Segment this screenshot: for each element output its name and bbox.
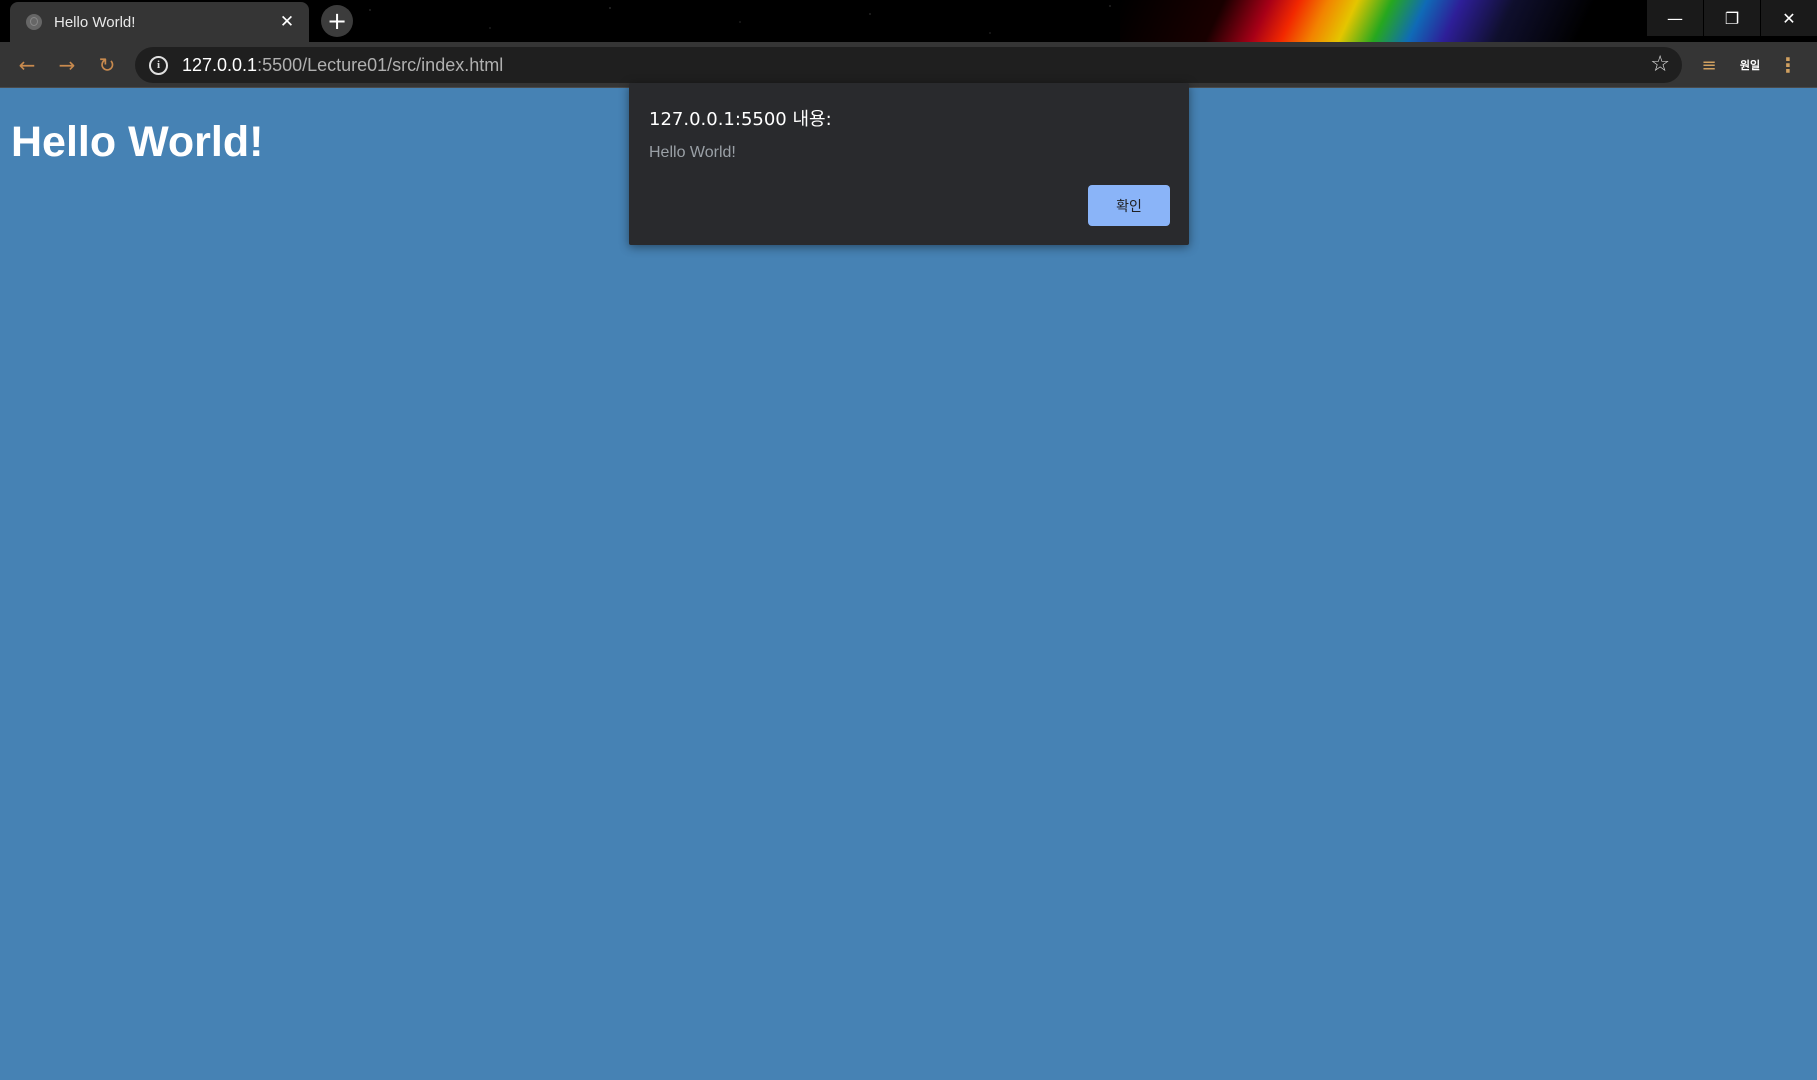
alert-dialog: 127.0.0.1:5500 내용: Hello World! 확인 <box>629 83 1189 245</box>
reading-list-icon[interactable]: ≡ <box>1696 52 1722 78</box>
url-host: 127.0.0.1 <box>182 54 258 75</box>
arrow-right-icon: → <box>58 53 76 77</box>
back-button[interactable]: ← <box>12 50 42 80</box>
browser-tab[interactable]: Hello World! ✕ <box>10 2 309 42</box>
address-bar[interactable]: i 127.0.0.1:5500/Lecture01/src/index.htm… <box>135 47 1682 83</box>
tab-title: Hello World! <box>54 13 136 31</box>
site-info-icon[interactable]: i <box>149 55 168 75</box>
bookmark-star-icon[interactable]: ☆ <box>1650 52 1670 77</box>
arrow-left-icon: ← <box>18 53 36 77</box>
browser-title-bar: Hello World! ✕ + — ❐ ✕ <box>0 0 1817 42</box>
forward-button[interactable]: → <box>52 50 82 80</box>
close-tab-icon[interactable]: ✕ <box>275 10 299 34</box>
globe-icon <box>26 14 42 30</box>
restore-button[interactable]: ❐ <box>1704 0 1760 36</box>
reload-icon: ↻ <box>98 53 116 77</box>
translate-extension-icon[interactable]: 원일 <box>1736 52 1764 78</box>
new-tab-button[interactable]: + <box>321 5 353 37</box>
ok-button[interactable]: 확인 <box>1088 185 1170 226</box>
reload-button[interactable]: ↻ <box>92 50 122 80</box>
plus-icon: + <box>326 7 348 35</box>
page-heading: Hello World! <box>11 118 264 166</box>
close-window-button[interactable]: ✕ <box>1761 0 1817 36</box>
url-text[interactable]: 127.0.0.1:5500/Lecture01/src/index.html <box>182 55 503 76</box>
minimize-button[interactable]: — <box>1647 0 1703 36</box>
dialog-title: 127.0.0.1:5500 내용: <box>649 109 832 130</box>
window-controls: — ❐ ✕ <box>1646 0 1817 36</box>
browser-toolbar: ← → ↻ i 127.0.0.1:5500/Lecture01/src/ind… <box>0 42 1817 88</box>
browser-menu-icon[interactable]: ⋮ <box>1778 52 1798 78</box>
dialog-message: Hello World! <box>649 144 736 161</box>
url-path: :5500/Lecture01/src/index.html <box>257 54 504 75</box>
theme-rainbow-background <box>1120 0 1680 42</box>
